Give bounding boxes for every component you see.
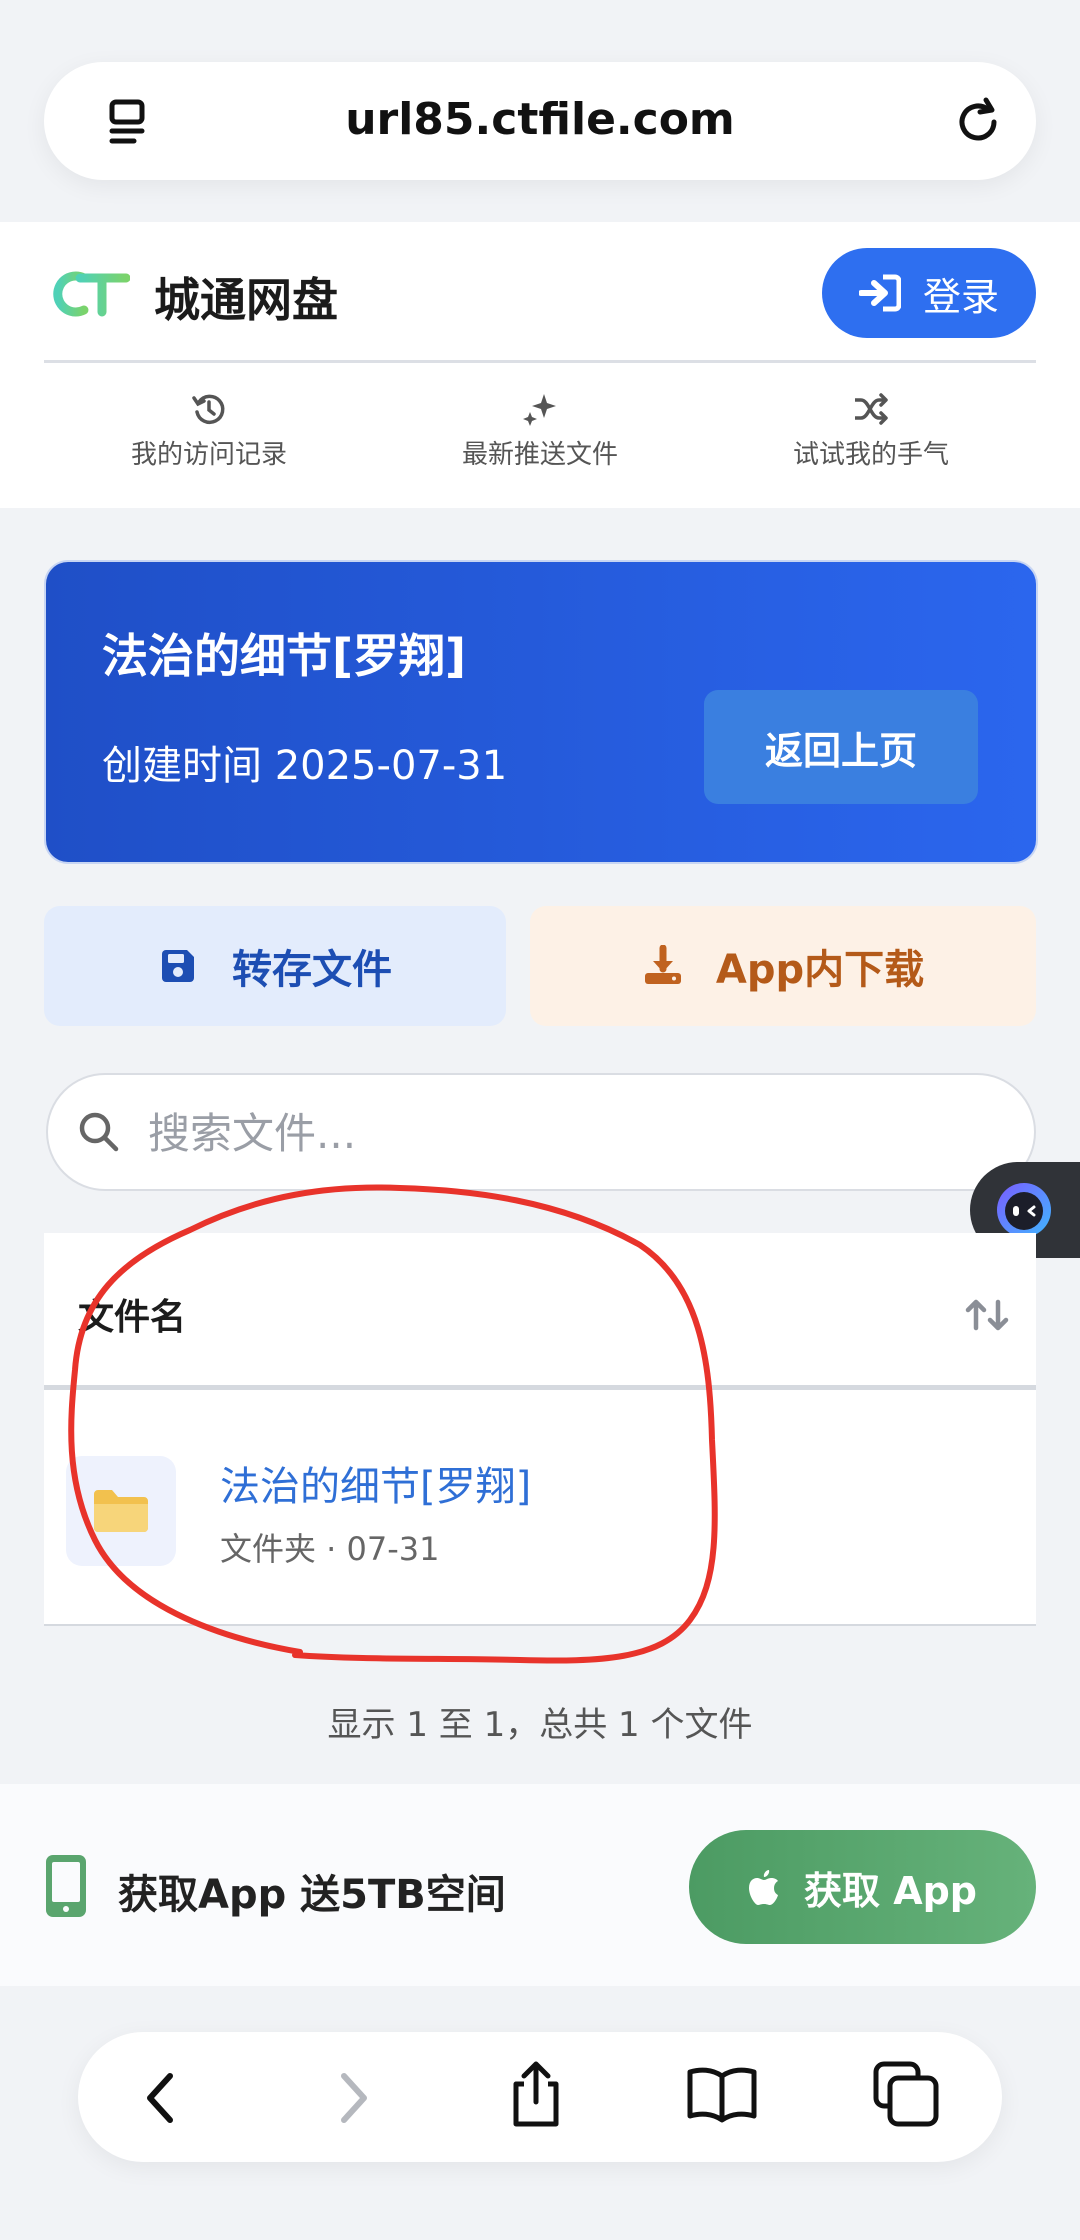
- share-icon[interactable]: [504, 2058, 568, 2130]
- table-row-icon[interactable]: [66, 1456, 176, 1566]
- folder-title: 法治的细节[罗翔]: [102, 629, 467, 683]
- back-arrow-icon[interactable]: [136, 2068, 186, 2128]
- floppy-disk-icon: [162, 950, 194, 982]
- history-icon: [192, 394, 225, 425]
- sign-in-icon: [858, 274, 901, 312]
- save-to-drive-button[interactable]: 转存文件: [44, 906, 506, 1026]
- sparkle-icon: [523, 394, 556, 426]
- nav-history[interactable]: 我的访问记录: [44, 392, 374, 471]
- file-count-summary: 显示 1 至 1，总共 1 个文件: [327, 1705, 753, 1745]
- table-header-divider: [44, 1385, 1036, 1390]
- get-app-button[interactable]: 获取 App: [689, 1830, 1036, 1944]
- search-icon: [79, 1112, 119, 1152]
- search-input[interactable]: [146, 1103, 946, 1163]
- nav-lucky-label: 试试我的手气: [792, 440, 949, 470]
- file-table: [44, 1233, 1036, 1626]
- nav-history-label: 我的访问记录: [130, 440, 287, 470]
- ct-logo-icon: [53, 271, 130, 317]
- login-label: 登录: [922, 274, 999, 319]
- apple-icon: [748, 1870, 778, 1905]
- brand-name: 城通网盘: [154, 273, 338, 327]
- sort-icon[interactable]: [964, 1298, 1010, 1332]
- table-row-meta: 文件夹 · 07-31: [220, 1530, 440, 1568]
- nav-latest-label: 最新推送文件: [461, 440, 618, 470]
- header-divider: [44, 360, 1036, 363]
- tabs-icon[interactable]: [872, 2060, 940, 2128]
- assistant-bot-icon: [997, 1183, 1051, 1237]
- folder-icon: [94, 1490, 148, 1532]
- search-box[interactable]: [46, 1073, 1036, 1191]
- url-text[interactable]: url85.ctfile.com: [44, 94, 1036, 145]
- reload-icon[interactable]: [950, 92, 1010, 152]
- save-label: 转存文件: [232, 947, 392, 993]
- download-icon: [644, 945, 681, 984]
- login-button[interactable]: 登录: [822, 248, 1036, 338]
- table-row-divider: [44, 1624, 1036, 1626]
- shuffle-icon: [855, 393, 888, 425]
- nav-latest[interactable]: 最新推送文件: [375, 392, 705, 471]
- back-button[interactable]: 返回上页: [704, 690, 978, 804]
- promo-text: 获取App 送5TB空间: [118, 1872, 506, 1918]
- get-app-label: 获取 App: [803, 1868, 978, 1913]
- address-bar[interactable]: url85.ctfile.com: [44, 62, 1036, 180]
- forward-arrow-icon[interactable]: [328, 2068, 378, 2128]
- app-download-label: App内下载: [715, 947, 925, 993]
- bookmarks-icon[interactable]: [686, 2064, 758, 2124]
- app-download-button[interactable]: App内下载: [530, 906, 1036, 1026]
- column-header-filename[interactable]: 文件名: [78, 1288, 186, 1340]
- mobile-phone-icon: [46, 1855, 86, 1917]
- nav-lucky[interactable]: 试试我的手气: [706, 392, 1036, 471]
- folder-created-date: 创建时间 2025-07-31: [102, 743, 508, 789]
- table-row-name-link[interactable]: 法治的细节[罗翔]: [220, 1454, 531, 1512]
